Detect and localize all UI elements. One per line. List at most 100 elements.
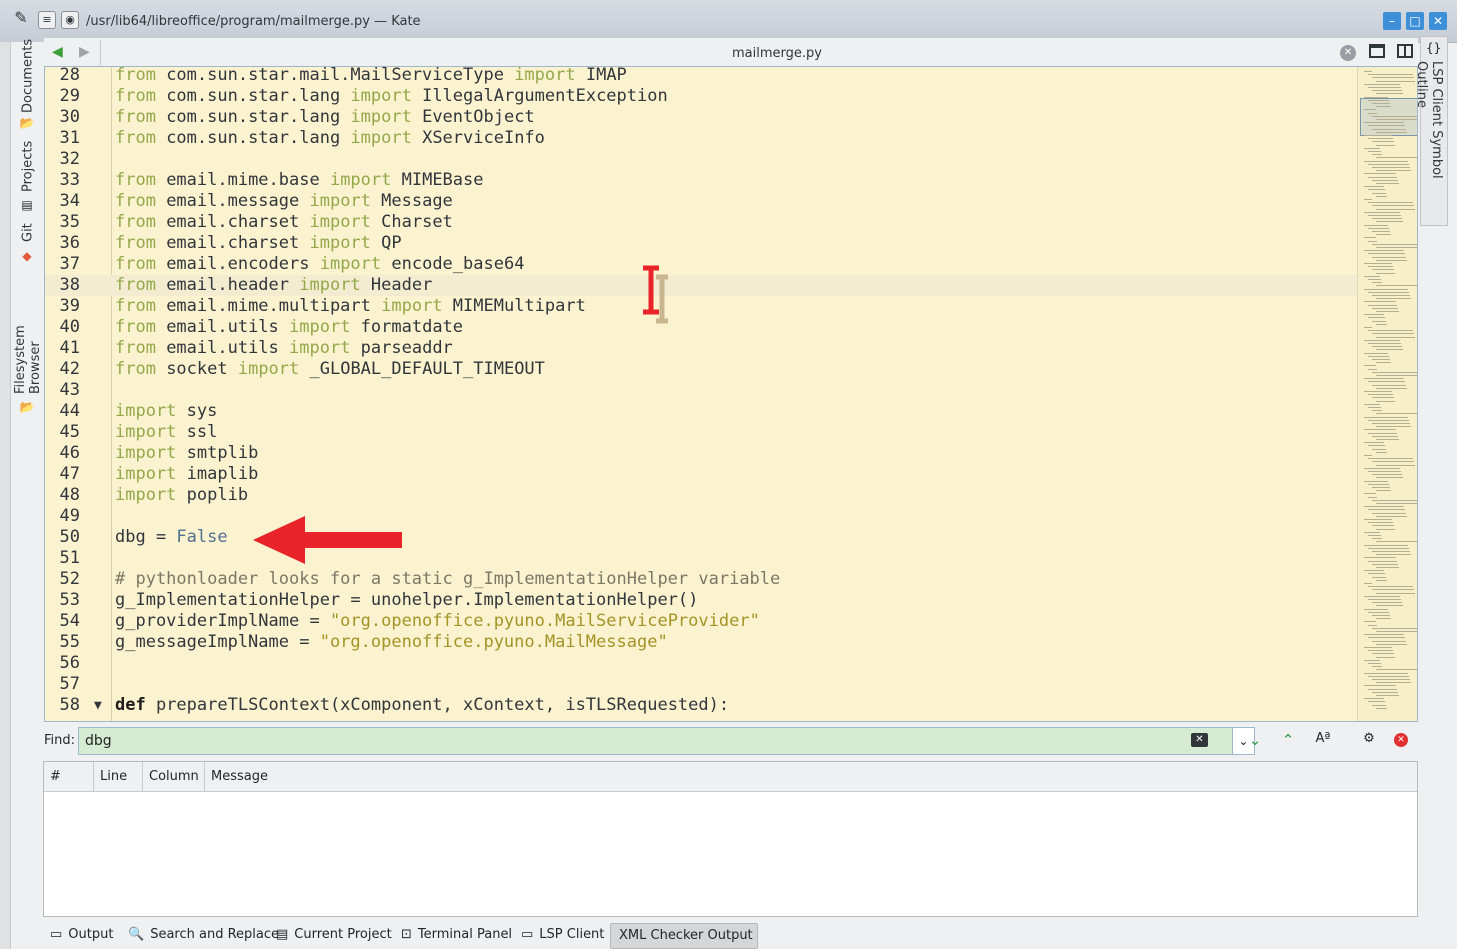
column-header-line[interactable]: Line — [94, 762, 143, 791]
sidebar-tab-git[interactable]: Git — [18, 222, 38, 244]
code-line[interactable]: 53 g_ImplementationHelper = unohelper.Imp… — [45, 590, 1359, 611]
code-line-current[interactable]: 38 from email.header import Header — [45, 275, 1359, 296]
code-text[interactable]: from com.sun.star.mail.MailServiceType i… — [115, 67, 627, 86]
code-line[interactable]: 54 g_providerImplName = "org.openoffice.p… — [45, 611, 1359, 632]
code-line[interactable]: 48 import poplib — [45, 485, 1359, 506]
kate-app-icon[interactable]: ✎ — [12, 10, 30, 28]
minimap-line — [1376, 618, 1391, 620]
code-line[interactable]: 55 g_messageImplName = "org.openoffice.py… — [45, 632, 1359, 653]
code-line[interactable]: 33 from email.mime.base import MIMEBase — [45, 170, 1359, 191]
back-arrow-icon[interactable]: ◀ — [52, 44, 63, 60]
fold-arrow-icon[interactable]: ▼ — [94, 695, 102, 716]
search-options-icon[interactable]: ⚙ — [1358, 731, 1380, 746]
code-text[interactable]: g_messageImplName = "org.openoffice.pyun… — [115, 632, 668, 653]
sidebar-tab-filesystem-browser[interactable]: Filesystem Browser — [13, 272, 43, 394]
code-text[interactable]: g_ImplementationHelper = unohelper.Imple… — [115, 590, 698, 611]
forward-arrow-icon[interactable]: ▶ — [79, 44, 90, 60]
menu-icon[interactable]: ≡ — [38, 11, 56, 29]
bottom-tab-lsp-client[interactable]: ▭ LSP Client — [517, 923, 608, 947]
code-text[interactable]: import ssl — [115, 422, 217, 443]
code-text[interactable]: import imaplib — [115, 464, 258, 485]
xml-checker-messages-table[interactable]: # Line Column Message — [43, 761, 1418, 917]
code-text[interactable]: from email.utils import parseaddr — [115, 338, 453, 359]
code-text[interactable]: def prepareTLSContext(xComponent, xConte… — [115, 695, 729, 716]
bottom-tab-output[interactable]: ▭ Output — [46, 923, 117, 947]
code-line[interactable]: 42 from socket import _GLOBAL_DEFAULT_TIM… — [45, 359, 1359, 380]
tab-mailmerge[interactable]: mailmerge.py ✕ — [100, 40, 1419, 66]
code-line[interactable]: 47 import imaplib — [45, 464, 1359, 485]
maximize-button[interactable]: □ — [1406, 12, 1424, 30]
code-line[interactable]: 52 # pythonloader looks for a static g_Im… — [45, 569, 1359, 590]
code-lines[interactable]: 28 from com.sun.star.mail.MailServiceType… — [45, 67, 1359, 721]
code-text[interactable]: from email.header import Header — [115, 275, 432, 296]
code-line[interactable]: 35 from email.charset import Charset — [45, 212, 1359, 233]
sidebar-tab-lsp-symbol-outline[interactable]: LSP Client Symbol Outline — [1414, 61, 1444, 221]
code-line[interactable]: 51 — [45, 548, 1359, 569]
minimap-line — [1376, 323, 1387, 325]
find-previous-icon[interactable]: ⌃ — [1277, 731, 1299, 749]
code-text[interactable]: from email.mime.multipart import MIMEMul… — [115, 296, 586, 317]
code-line[interactable]: 50 dbg = False — [45, 527, 1359, 548]
code-line[interactable]: 56 — [45, 653, 1359, 674]
code-line[interactable]: 44 import sys — [45, 401, 1359, 422]
sidebar-tab-documents[interactable]: Documents — [18, 39, 38, 113]
code-text[interactable]: from com.sun.star.lang import IllegalArg… — [115, 86, 668, 107]
code-line[interactable]: 40 from email.utils import formatdate — [45, 317, 1359, 338]
code-line[interactable]: 45 import ssl — [45, 422, 1359, 443]
code-text[interactable]: from email.mime.base import MIMEBase — [115, 170, 484, 191]
code-line[interactable]: 41 from email.utils import parseaddr — [45, 338, 1359, 359]
code-line[interactable]: 43 — [45, 380, 1359, 401]
sidebar-tab-projects[interactable]: Projects — [18, 140, 38, 192]
code-line[interactable]: 37 from email.encoders import encode_base… — [45, 254, 1359, 275]
code-line[interactable]: 31 from com.sun.star.lang import XService… — [45, 128, 1359, 149]
code-line[interactable]: 30 from com.sun.star.lang import EventObj… — [45, 107, 1359, 128]
clear-input-icon[interactable]: ✕ — [1191, 733, 1208, 747]
match-case-icon[interactable]: Aª — [1312, 731, 1334, 746]
code-text[interactable]: import sys — [115, 401, 217, 422]
code-text[interactable]: import poplib — [115, 485, 248, 506]
bottom-tab-xml-checker-output[interactable]: XML Checker Output — [610, 923, 758, 949]
code-text[interactable]: from email.message import Message — [115, 191, 453, 212]
code-line[interactable]: 49 — [45, 506, 1359, 527]
close-window-button[interactable]: ✕ — [1429, 12, 1447, 30]
minimap-line — [1372, 269, 1394, 271]
code-text[interactable]: import smtplib — [115, 443, 258, 464]
code-text[interactable]: from email.encoders import encode_base64 — [115, 254, 524, 275]
code-line[interactable]: 29 from com.sun.star.lang import IllegalA… — [45, 86, 1359, 107]
minimize-button[interactable]: – — [1383, 12, 1401, 30]
code-text[interactable]: from email.utils import formatdate — [115, 317, 463, 338]
code-line[interactable]: 32 — [45, 149, 1359, 170]
split-view-icon[interactable] — [1369, 44, 1385, 58]
code-text[interactable]: from email.charset import QP — [115, 233, 402, 254]
bottom-tab-terminal-panel[interactable]: ⊡ Terminal Panel — [397, 923, 516, 947]
code-line[interactable]: 46 import smtplib — [45, 443, 1359, 464]
code-line[interactable]: 39 from email.mime.multipart import MIMEM… — [45, 296, 1359, 317]
column-header-message[interactable]: Message — [205, 762, 1417, 791]
code-line[interactable]: 36 from email.charset import QP — [45, 233, 1359, 254]
bottom-tab-current-project[interactable]: ▤ Current Project — [272, 923, 396, 947]
minimap[interactable] — [1357, 67, 1417, 721]
code-editor[interactable]: 28 from com.sun.star.mail.MailServiceType… — [44, 66, 1418, 722]
code-text[interactable]: from com.sun.star.lang import EventObjec… — [115, 107, 535, 128]
code-text[interactable]: g_providerImplName = "org.openoffice.pyu… — [115, 611, 760, 632]
code-text[interactable]: # pythonloader looks for a static g_Impl… — [115, 569, 780, 590]
column-header-number[interactable]: # — [44, 762, 94, 791]
code-text[interactable]: from email.charset import Charset — [115, 212, 453, 233]
code-line[interactable]: 58 ▼ def prepareTLSContext(xComponent, xCo… — [45, 695, 1359, 716]
close-tab-icon[interactable]: ✕ — [1340, 45, 1356, 61]
code-line[interactable]: 34 from email.message import Message — [45, 191, 1359, 212]
code-line[interactable]: 28 from com.sun.star.mail.MailServiceType… — [45, 67, 1359, 86]
find-input[interactable]: dbg — [78, 727, 1233, 755]
find-next-icon[interactable]: ⌄ — [1244, 731, 1266, 749]
code-text[interactable]: dbg = False — [115, 527, 228, 548]
column-header-column[interactable]: Column — [143, 762, 205, 791]
line-number: 32 — [59, 149, 80, 169]
split-vertical-icon[interactable] — [1397, 44, 1413, 58]
line-number: 49 — [59, 506, 80, 526]
pin-icon[interactable]: ◉ — [61, 11, 79, 29]
code-text[interactable]: from com.sun.star.lang import XServiceIn… — [115, 128, 545, 149]
close-find-icon[interactable]: ✕ — [1394, 733, 1408, 747]
code-text[interactable]: from socket import _GLOBAL_DEFAULT_TIMEO… — [115, 359, 545, 380]
bottom-tab-search-and-replace[interactable]: 🔍 Search and Replace — [124, 923, 283, 947]
code-line[interactable]: 57 — [45, 674, 1359, 695]
